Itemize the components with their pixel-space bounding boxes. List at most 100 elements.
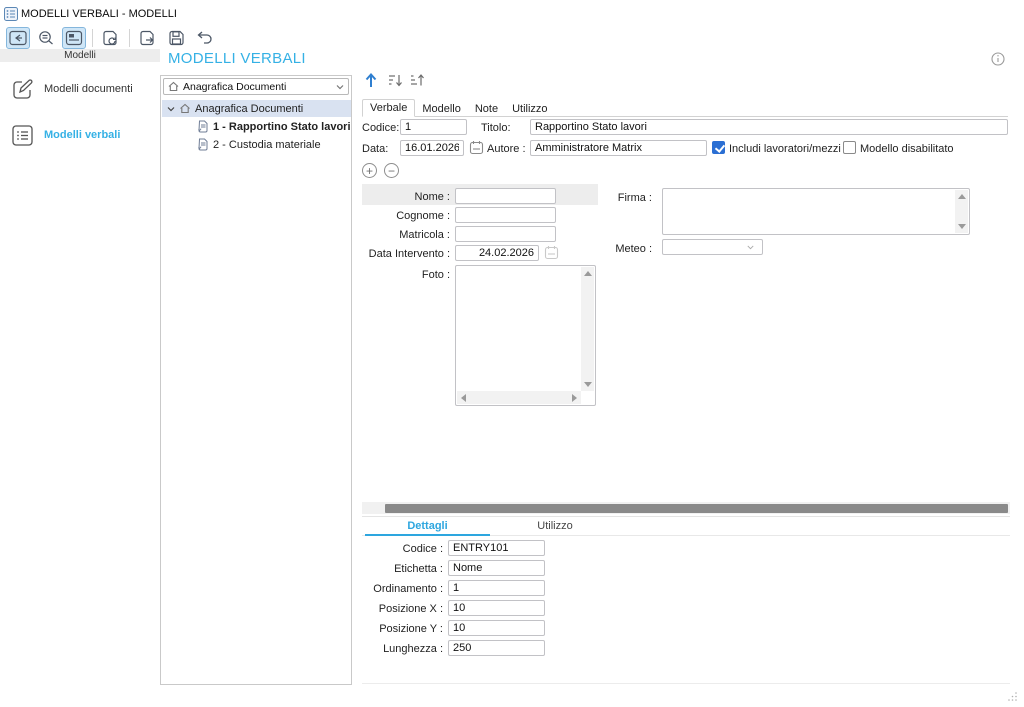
- chevron-down-icon: [336, 84, 344, 90]
- home-icon: [168, 81, 179, 92]
- includi-lavoratori-label: Includi lavoratori/mezzi: [729, 143, 841, 155]
- tree-node-template-1[interactable]: 1 - Rapportino Stato lavori: [162, 118, 351, 135]
- search-button[interactable]: [34, 27, 58, 49]
- sidebar-item-modelli-documenti[interactable]: Modelli documenti: [0, 72, 160, 106]
- document-icon: [197, 138, 209, 151]
- firma-vertical-scrollbar[interactable]: [955, 190, 968, 233]
- list-icon: [11, 124, 34, 147]
- detail-posizione-x-label: Posizione X :: [352, 603, 443, 615]
- detail-posizione-x-input[interactable]: [448, 600, 545, 616]
- main-toolbar: [6, 26, 220, 50]
- window-title: MODELLI VERBALI - MODELLI: [21, 8, 177, 20]
- foto-field[interactable]: [455, 265, 596, 406]
- titolo-input[interactable]: [530, 119, 1008, 135]
- toolbar-separator: [92, 29, 93, 47]
- tree-selector-value: Anagrafica Documenti: [183, 81, 332, 93]
- sidebar-item-label: Modelli documenti: [44, 83, 133, 95]
- app-list-icon: [4, 7, 18, 21]
- toolbar-separator: [129, 29, 130, 47]
- sort-ascending-icon[interactable]: [410, 74, 426, 87]
- edit-document-icon: [11, 78, 34, 101]
- add-entry-button[interactable]: +: [362, 163, 377, 178]
- tab-dettagli-active-underline: [365, 534, 490, 536]
- chevron-down-icon: [747, 244, 754, 251]
- refresh-document-button[interactable]: [99, 27, 123, 49]
- modello-disabilitato-label: Modello disabilitato: [860, 143, 954, 155]
- foto-horizontal-scrollbar[interactable]: [457, 391, 581, 404]
- titolo-label: Titolo:: [481, 122, 511, 134]
- firma-label: Firma :: [560, 192, 652, 204]
- tab-dettagli[interactable]: Dettagli: [365, 520, 490, 532]
- undo-button[interactable]: [192, 27, 216, 49]
- detail-codice-input[interactable]: [448, 540, 545, 556]
- tab-verbale[interactable]: Verbale: [362, 99, 415, 117]
- data-intervento-label: Data Intervento :: [352, 248, 450, 260]
- titlebar: MODELLI VERBALI - MODELLI: [4, 7, 177, 21]
- info-icon[interactable]: [991, 52, 1005, 66]
- tab-note[interactable]: Note: [468, 101, 505, 117]
- data-label: Data:: [362, 143, 388, 155]
- firma-field[interactable]: [662, 188, 970, 235]
- includi-lavoratori-checkbox[interactable]: [712, 141, 725, 154]
- nome-label: Nome :: [352, 191, 450, 203]
- tree-node-label: Anagrafica Documenti: [195, 103, 303, 115]
- collapse-caret-icon[interactable]: [167, 106, 175, 112]
- calendar-icon-disabled: [544, 245, 559, 260]
- tree-node-label: 1 - Rapportino Stato lavori: [213, 121, 351, 133]
- data-intervento-input[interactable]: [455, 245, 539, 261]
- tree-node-label: 2 - Custodia materiale: [213, 139, 321, 151]
- codice-input[interactable]: [400, 119, 467, 135]
- detail-posizione-y-input[interactable]: [448, 620, 545, 636]
- tab-utilizzo-details[interactable]: Utilizzo: [490, 520, 620, 532]
- matricola-label: Matricola :: [352, 229, 450, 241]
- tree-panel: Anagrafica Documenti Anagrafica Document…: [160, 75, 352, 685]
- calendar-icon[interactable]: [469, 140, 484, 155]
- close-form-button[interactable]: [6, 27, 30, 49]
- content-hscrollbar-thumb[interactable]: [385, 504, 1008, 513]
- toolbar-group-label: Modelli: [0, 49, 160, 62]
- meteo-label: Meteo :: [560, 243, 652, 255]
- detail-etichetta-label: Etichetta :: [352, 563, 443, 575]
- cognome-input[interactable]: [455, 207, 556, 223]
- detail-codice-label: Codice :: [352, 543, 443, 555]
- tab-modello[interactable]: Modello: [415, 101, 468, 117]
- content-bottom-border: [362, 683, 1010, 684]
- application-window: MODELLI VERBALI - MODELLI Modelli MODELL…: [0, 0, 1024, 707]
- sidebar-item-label: Modelli verbali: [44, 129, 120, 141]
- sidebar-item-modelli-verbali[interactable]: Modelli verbali: [0, 118, 160, 152]
- detail-lunghezza-label: Lunghezza :: [352, 643, 443, 655]
- detail-lunghezza-input[interactable]: [448, 640, 545, 656]
- codice-label: Codice:: [362, 122, 399, 134]
- detail-posizione-y-label: Posizione Y :: [352, 623, 443, 635]
- page-title: MODELLI VERBALI: [168, 50, 306, 67]
- foto-label: Foto :: [352, 269, 450, 281]
- sort-descending-icon[interactable]: [388, 74, 404, 87]
- details-tabstrip: Dettagli Utilizzo: [362, 519, 1010, 536]
- detail-ordinamento-input[interactable]: [448, 580, 545, 596]
- tree-node-root[interactable]: Anagrafica Documenti: [162, 100, 351, 117]
- tab-utilizzo[interactable]: Utilizzo: [505, 101, 554, 117]
- save-button[interactable]: [164, 27, 188, 49]
- form-view-button[interactable]: [62, 27, 86, 49]
- export-document-button[interactable]: [136, 27, 160, 49]
- tree-node-template-2[interactable]: 2 - Custodia materiale: [162, 136, 351, 153]
- resize-grip[interactable]: [1008, 691, 1018, 701]
- autore-label: Autore :: [487, 143, 526, 155]
- home-icon: [179, 103, 191, 114]
- move-up-button[interactable]: [364, 72, 378, 88]
- tree-root-selector[interactable]: Anagrafica Documenti: [163, 78, 349, 95]
- meteo-select[interactable]: [662, 239, 763, 255]
- data-input[interactable]: [400, 140, 464, 156]
- remove-entry-button[interactable]: −: [384, 163, 399, 178]
- autore-input[interactable]: [530, 140, 707, 156]
- nome-input[interactable]: [455, 188, 556, 204]
- cognome-label: Cognome :: [352, 210, 450, 222]
- details-separator: [362, 516, 1010, 517]
- foto-vertical-scrollbar[interactable]: [581, 267, 594, 391]
- detail-tabstrip: Verbale Modello Note Utilizzo: [362, 100, 1008, 117]
- document-icon: [197, 120, 209, 133]
- matricola-input[interactable]: [455, 226, 556, 242]
- detail-etichetta-input[interactable]: [448, 560, 545, 576]
- detail-ordinamento-label: Ordinamento :: [352, 583, 443, 595]
- modello-disabilitato-checkbox[interactable]: [843, 141, 856, 154]
